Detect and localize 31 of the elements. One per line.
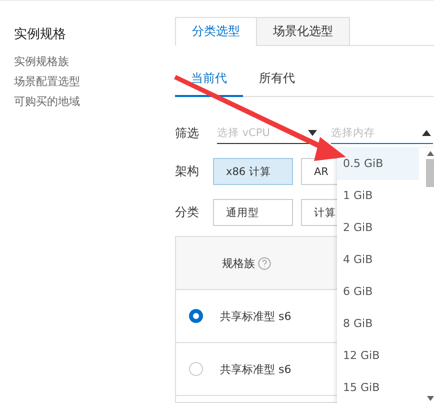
- caret-icon: [308, 130, 317, 136]
- menu-item[interactable]: 12 GiB: [337, 340, 419, 372]
- tab[interactable]: 所有代: [243, 64, 311, 97]
- option-button[interactable]: 通用型: [213, 199, 293, 226]
- caret-icon: [422, 130, 431, 136]
- tab[interactable]: 分类选型: [175, 17, 257, 46]
- help-icon: [258, 256, 271, 270]
- menu-item[interactable]: 0.5 GiB: [337, 148, 419, 180]
- menu-item[interactable]: 15 GiB: [337, 372, 419, 403]
- scroll-up-icon: [427, 151, 434, 156]
- column-header: 规格族: [222, 256, 255, 270]
- scrollbar[interactable]: [425, 151, 434, 401]
- menu-item[interactable]: 8 GiB: [337, 308, 419, 340]
- sidebar-link[interactable]: 可购买的地域: [14, 92, 80, 112]
- table-cell: 共享标准型 s6: [220, 308, 292, 324]
- field-label: 分类: [175, 204, 200, 221]
- section-title: 实例规格: [14, 26, 66, 43]
- radio-button[interactable]: [189, 309, 203, 323]
- sidebar-link[interactable]: 场景配置选型: [14, 72, 80, 92]
- field-label: 架构: [175, 163, 200, 180]
- scrollbar-thumb[interactable]: [426, 159, 434, 187]
- sidebar-link[interactable]: 实例规格族: [14, 52, 69, 72]
- menu-item[interactable]: 2 GiB: [337, 212, 419, 244]
- menu-item[interactable]: 6 GiB: [337, 276, 419, 308]
- field-label: 筛选: [175, 125, 200, 142]
- table-cell: 共享标准型 s6: [220, 362, 292, 376]
- tab[interactable]: 场景化选型: [256, 17, 350, 46]
- scroll-down-icon: [427, 396, 434, 401]
- menu-item[interactable]: 4 GiB: [337, 244, 419, 276]
- option-button[interactable]: x86 计算: [213, 158, 293, 185]
- menu-item[interactable]: 1 GiB: [337, 180, 419, 212]
